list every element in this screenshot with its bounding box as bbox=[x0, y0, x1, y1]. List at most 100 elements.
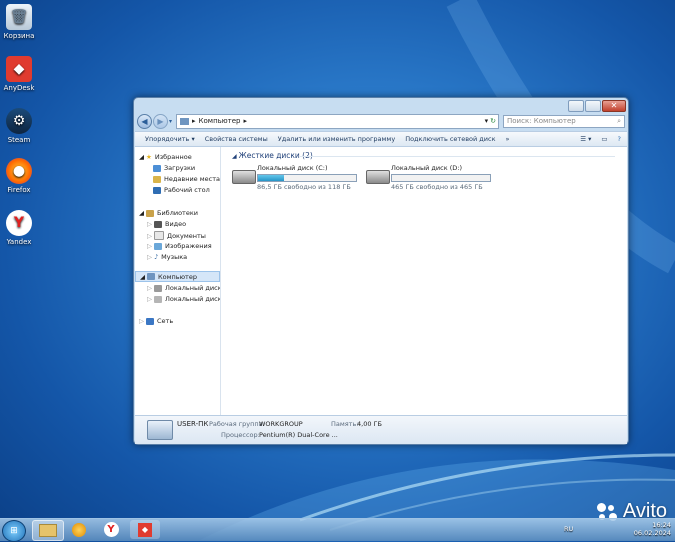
minimize-button[interactable] bbox=[568, 100, 584, 112]
taskbar-yandex[interactable]: Y bbox=[96, 520, 126, 539]
windows-logo-icon: ⊞ bbox=[10, 526, 18, 536]
memory-label: Память: bbox=[331, 420, 359, 428]
chevron-down-icon[interactable]: ▾ bbox=[169, 118, 172, 125]
organize-button[interactable]: Упорядочить ▾ bbox=[145, 135, 195, 143]
drive-usage-bar bbox=[257, 174, 357, 182]
nav-drive-c[interactable]: ▷Локальный диск (C bbox=[147, 284, 220, 292]
breadcrumb-arrow-icon: ▸ bbox=[243, 117, 248, 125]
yandex-icon: Y bbox=[6, 210, 32, 236]
desktop-icon-recycle-bin[interactable]: 🗑 Корзина bbox=[2, 4, 36, 40]
taskbar-media-player[interactable] bbox=[64, 520, 94, 539]
music-icon: ♪ bbox=[154, 253, 159, 261]
drive-usage-fill bbox=[258, 175, 285, 181]
collapse-arrow-icon: ◢ bbox=[232, 153, 237, 160]
expand-arrow-icon[interactable]: ▷ bbox=[147, 232, 152, 240]
star-icon: ★ bbox=[146, 153, 152, 161]
hard-drive-icon bbox=[366, 170, 390, 184]
start-button[interactable]: ⊞ bbox=[2, 520, 26, 542]
breadcrumb-computer[interactable]: Компьютер bbox=[199, 117, 241, 125]
preview-pane-icon[interactable]: ▭ bbox=[601, 135, 607, 143]
memory-value: 4,00 ГБ bbox=[357, 420, 382, 428]
back-button[interactable]: ◀ bbox=[137, 113, 152, 129]
pc-name: USER-ПК bbox=[177, 420, 209, 428]
desktop-icon-steam[interactable]: ⚙ Steam bbox=[2, 108, 36, 144]
anydesk-icon: ◆ bbox=[138, 522, 152, 537]
anydesk-icon: ◆ bbox=[6, 56, 32, 82]
computer-icon bbox=[180, 117, 190, 125]
desktop-icon-anydesk[interactable]: ◆ AnyDesk bbox=[2, 56, 36, 92]
expand-arrow-icon[interactable]: ▷ bbox=[147, 284, 152, 292]
expand-arrow-icon[interactable]: ▷ bbox=[147, 242, 152, 250]
recent-places-icon bbox=[153, 175, 161, 183]
nav-desktop[interactable]: Рабочий стол bbox=[153, 186, 210, 194]
command-bar: Упорядочить ▾ Свойства системы Удалить и… bbox=[135, 131, 627, 147]
media-player-icon bbox=[72, 522, 86, 537]
uninstall-program-button[interactable]: Удалить или изменить программу bbox=[278, 135, 395, 143]
close-icon: ✕ bbox=[610, 101, 618, 110]
expand-arrow-icon[interactable]: ◢ bbox=[140, 273, 145, 281]
help-icon[interactable]: ? bbox=[618, 135, 621, 143]
taskbar-anydesk[interactable]: ◆ bbox=[130, 520, 160, 539]
computer-icon bbox=[147, 273, 155, 280]
language-indicator[interactable]: RU bbox=[564, 525, 573, 533]
more-commands-button[interactable]: » bbox=[506, 135, 510, 143]
taskbar-explorer[interactable] bbox=[32, 520, 64, 541]
content-area: ◢ Жесткие диски (2) Локальный диск (C:) 8… bbox=[222, 147, 627, 415]
expand-arrow-icon[interactable]: ▷ bbox=[147, 220, 152, 228]
nav-libraries[interactable]: ◢ Библиотеки bbox=[139, 209, 198, 217]
drive-d[interactable]: Локальный диск (D:) 465 ГБ свободно из 4… bbox=[364, 164, 494, 194]
nav-drive-d[interactable]: ▷Локальный диск (D bbox=[147, 295, 220, 303]
workgroup-value: WORKGROUP bbox=[259, 420, 303, 428]
nav-recent[interactable]: Недавние места bbox=[153, 175, 220, 183]
expand-arrow-icon[interactable]: ▷ bbox=[147, 295, 152, 303]
navigation-row: ◀ ▶ ▾ ▸ Компьютер ▸ ▾ ↻ Поиск: Компьютер… bbox=[137, 113, 625, 129]
nav-favorites[interactable]: ◢ ★ Избранное bbox=[139, 153, 192, 161]
steam-icon: ⚙ bbox=[6, 108, 32, 134]
computer-large-icon bbox=[147, 420, 173, 440]
navigation-pane: ◢ ★ Избранное Загрузки Недавние места Рабо… bbox=[135, 147, 221, 415]
folder-icon bbox=[39, 524, 57, 537]
address-dropdown-icon[interactable]: ▾ bbox=[485, 117, 489, 125]
search-input[interactable]: Поиск: Компьютер ⌕ bbox=[503, 114, 625, 128]
explorer-window[interactable]: ✕ ◀ ▶ ▾ ▸ Компьютер ▸ ▾ ↻ Поиск: Компьют… bbox=[133, 97, 629, 445]
desktop-icon-firefox[interactable]: ● Firefox bbox=[2, 158, 36, 194]
hard-drive-icon bbox=[154, 284, 162, 292]
search-icon: ⌕ bbox=[617, 116, 621, 125]
expand-arrow-icon[interactable]: ◢ bbox=[139, 153, 144, 161]
close-button[interactable]: ✕ bbox=[602, 100, 626, 112]
nav-music[interactable]: ▷ ♪ Музыка bbox=[147, 253, 187, 261]
windows-drive-icon bbox=[232, 170, 256, 184]
forward-button[interactable]: ▶ bbox=[153, 113, 168, 129]
main-pane: ◢ ★ Избранное Загрузки Недавние места Рабо… bbox=[135, 147, 627, 415]
nav-documents[interactable]: ▷ Документы bbox=[147, 231, 206, 240]
address-bar[interactable]: ▸ Компьютер ▸ ▾ ↻ bbox=[176, 113, 499, 129]
cpu-label: Процессор: bbox=[221, 431, 260, 439]
documents-icon bbox=[154, 231, 164, 240]
nav-network[interactable]: ▷ Сеть bbox=[139, 317, 173, 325]
group-divider bbox=[300, 156, 615, 157]
recycle-bin-icon: 🗑 bbox=[6, 4, 32, 30]
clock[interactable]: 16:24 06.02.2024 bbox=[634, 521, 671, 537]
nav-video[interactable]: ▷ Видео bbox=[147, 220, 186, 228]
refresh-icon[interactable]: ↻ bbox=[490, 117, 496, 125]
map-network-drive-button[interactable]: Подключить сетевой диск bbox=[405, 135, 495, 143]
hard-drive-icon bbox=[154, 295, 162, 303]
expand-arrow-icon[interactable]: ▷ bbox=[139, 317, 144, 325]
view-options-icon[interactable]: ☰ ▾ bbox=[580, 135, 591, 143]
desktop-icon-yandex[interactable]: Y Yandex bbox=[2, 210, 36, 246]
maximize-button[interactable] bbox=[585, 100, 601, 112]
drive-usage-bar bbox=[391, 174, 491, 182]
system-properties-button[interactable]: Свойства системы bbox=[205, 135, 268, 143]
details-pane: USER-ПК Рабочая группа: WORKGROUP Память… bbox=[135, 415, 627, 444]
images-icon bbox=[154, 242, 162, 250]
expand-arrow-icon[interactable]: ◢ bbox=[139, 209, 144, 217]
nav-downloads[interactable]: Загрузки bbox=[153, 164, 195, 172]
yandex-icon: Y bbox=[103, 522, 119, 537]
downloads-icon bbox=[153, 164, 161, 172]
drive-c[interactable]: Локальный диск (C:) 86,5 ГБ свободно из … bbox=[230, 164, 360, 194]
cpu-value: Pentium(R) Dual-Core ... bbox=[259, 431, 338, 439]
nav-images[interactable]: ▷ Изображения bbox=[147, 242, 212, 250]
network-icon bbox=[146, 317, 154, 325]
expand-arrow-icon[interactable]: ▷ bbox=[147, 253, 152, 261]
nav-computer[interactable]: ◢ Компьютер bbox=[135, 271, 220, 282]
